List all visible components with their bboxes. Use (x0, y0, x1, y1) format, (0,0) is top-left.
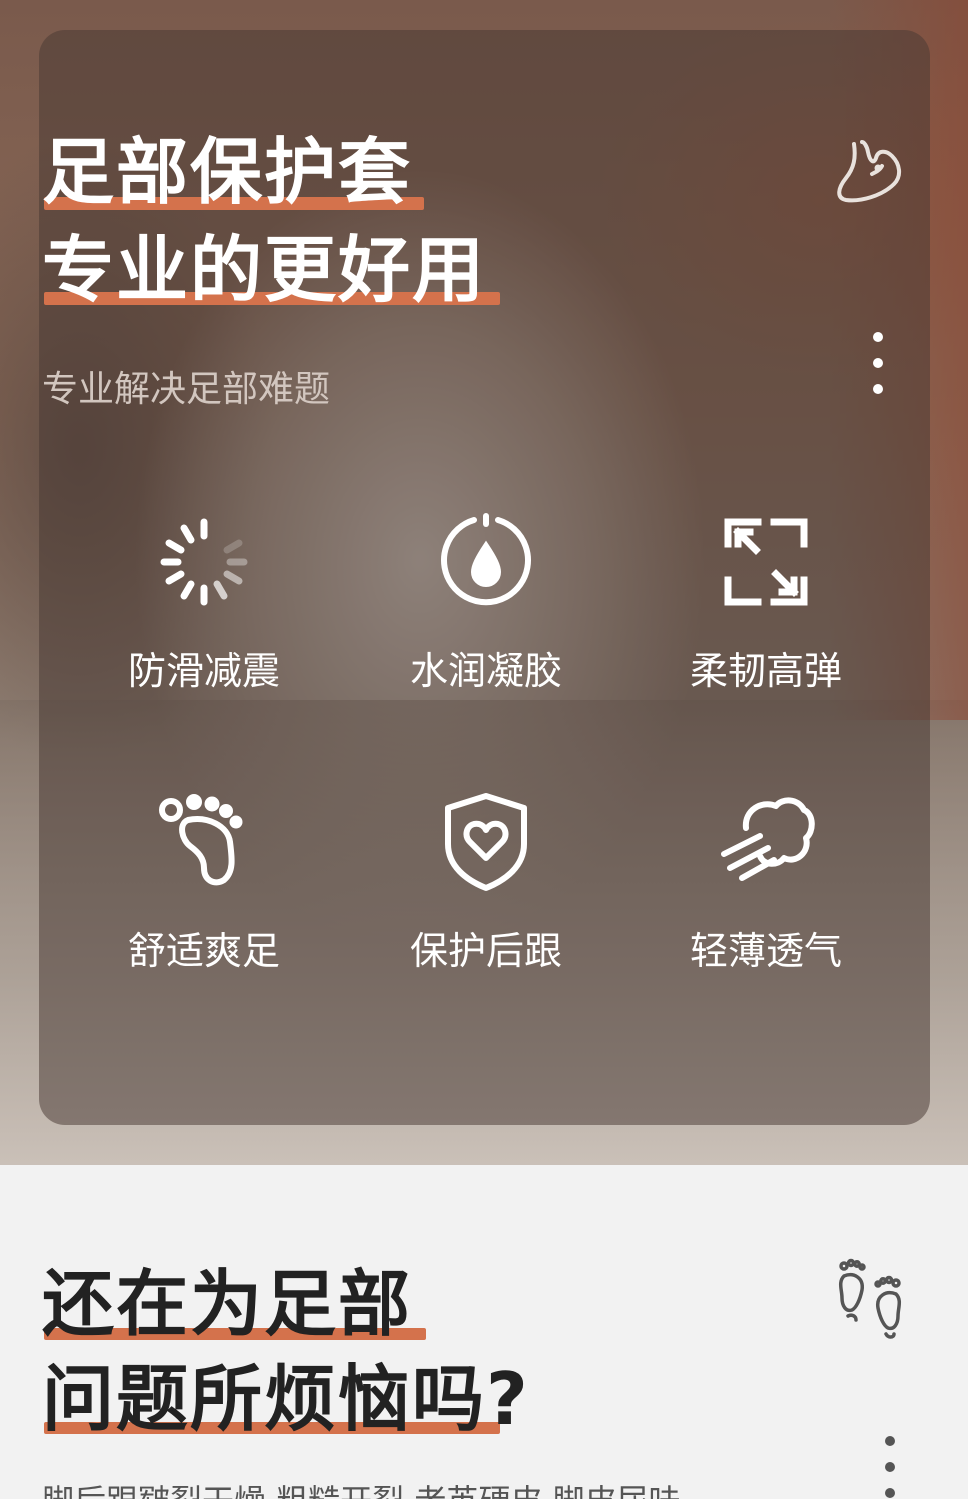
question-title-line2: 问题所烦恼吗? (42, 1357, 530, 1441)
feature-breathable: 轻薄透气 (646, 792, 886, 970)
feature-label: 舒适爽足 (127, 929, 280, 973)
loading-spinner-icon (160, 518, 248, 606)
feature-label: 防滑减震 (127, 649, 280, 693)
feature-elastic: 柔韧高弹 (646, 512, 886, 690)
hero-subtitle: 专业解决足部难题 (42, 369, 331, 410)
more-dots-top (873, 332, 885, 410)
hero-title-line1: 足部保护套 (42, 130, 413, 214)
problem-list-text: 脚后跟皲裂干燥 粗糙开裂 老茧硬皮 脚皮尿味 (42, 1485, 681, 1499)
feature-moisture-gel: 水润凝胶 (366, 512, 606, 690)
feature-label: 轻薄透气 (689, 929, 842, 973)
foot-icon (837, 140, 901, 203)
hero-title-line2: 专业的更好用 (42, 228, 487, 312)
question-title-line1: 还在为足部 (42, 1262, 413, 1346)
two-feet-icon (838, 1258, 902, 1339)
feature-anti-slip: 防滑减震 (84, 512, 324, 690)
wind-cloud-icon (721, 797, 815, 881)
feature-label: 保护后跟 (409, 929, 562, 973)
feature-label: 水润凝胶 (409, 649, 562, 693)
expand-arrows-icon (724, 518, 808, 606)
feature-comfort: 舒适爽足 (84, 792, 324, 970)
footprint-icon (159, 794, 243, 886)
feature-label: 柔韧高弹 (689, 649, 842, 693)
shield-heart-icon (445, 793, 527, 891)
water-drop-icon (441, 513, 531, 606)
more-dots-bottom (885, 1436, 897, 1499)
feature-heel-protect: 保护后跟 (366, 792, 606, 970)
